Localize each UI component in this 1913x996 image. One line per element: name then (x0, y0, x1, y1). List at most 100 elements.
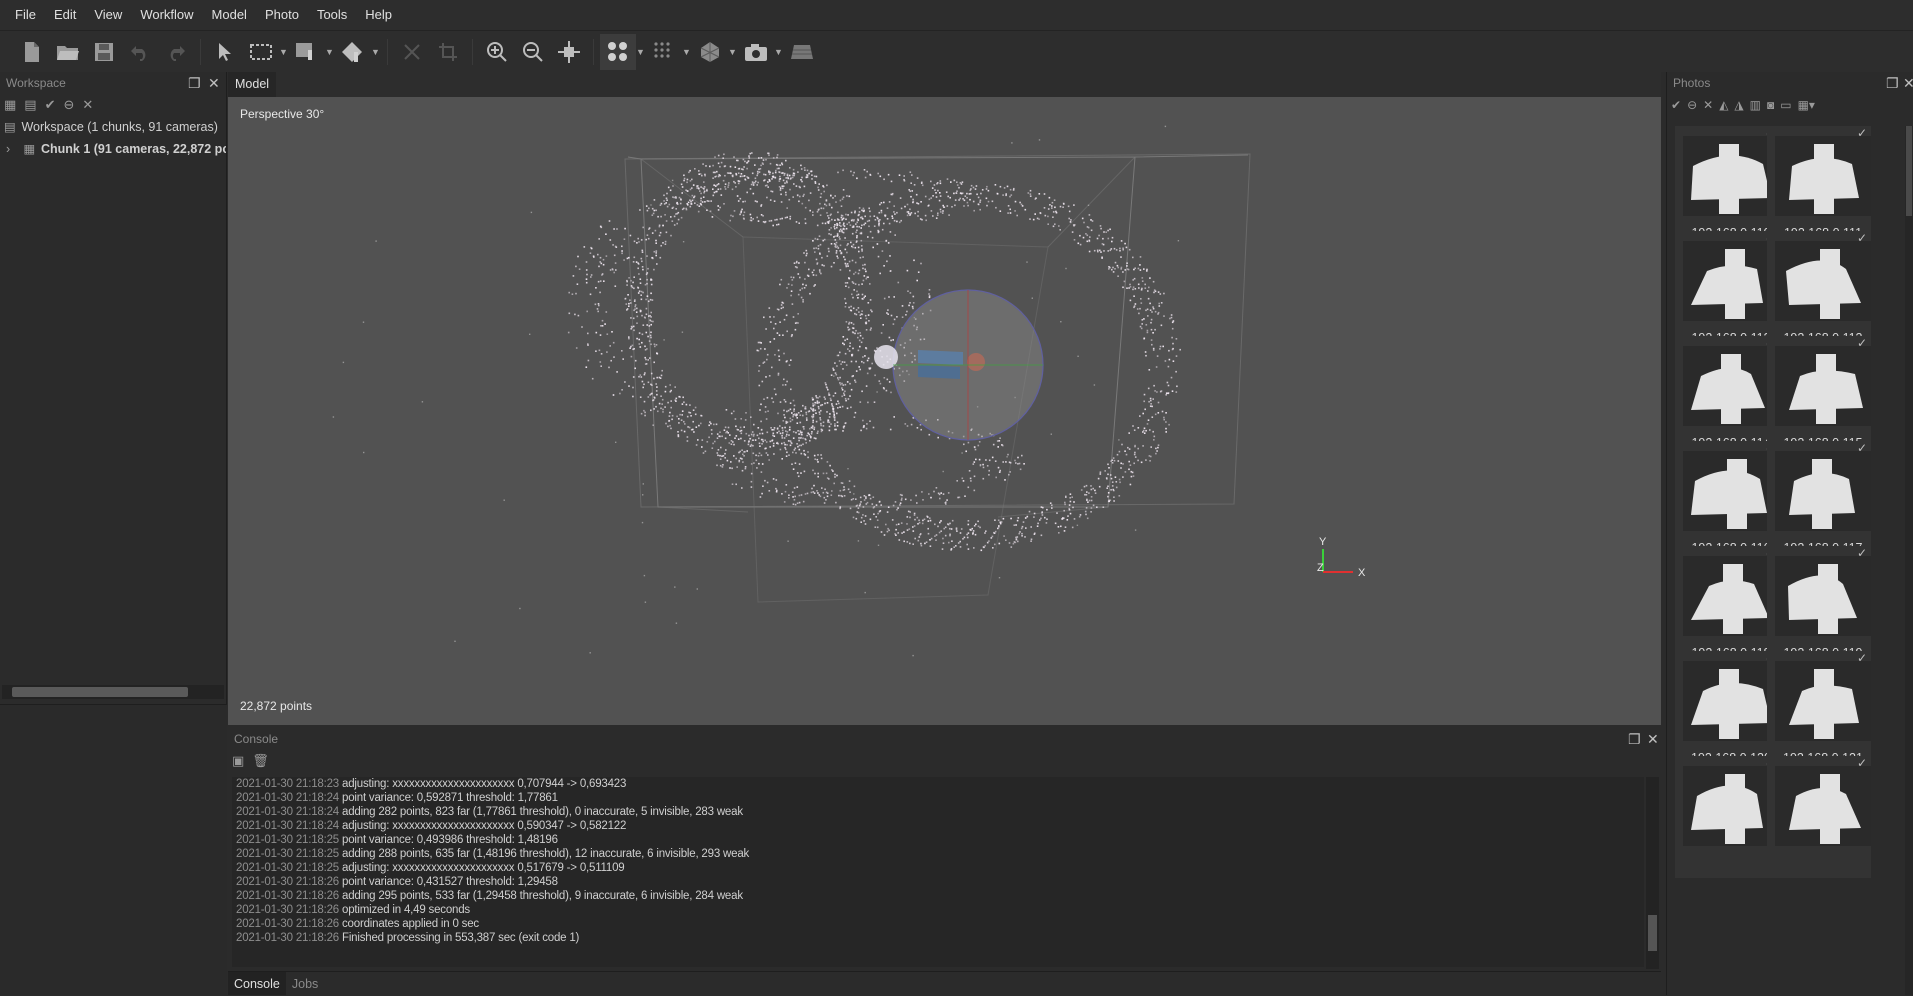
scroll-thumb[interactable] (12, 687, 188, 697)
photo-thumbnail[interactable]: ✓192.168.0.110 (1675, 126, 1779, 248)
close-icon[interactable]: ✕ (208, 72, 220, 94)
rotate-right-icon[interactable]: ◮ (1734, 98, 1743, 112)
dense-cloud-icon[interactable] (646, 34, 682, 70)
pointer-icon[interactable] (207, 34, 243, 70)
save-log-icon[interactable]: ▣ (232, 753, 244, 769)
mask-icon[interactable]: ◙ (1767, 98, 1774, 112)
camera-dropdown[interactable]: ▼ (774, 47, 784, 57)
dense-cloud-dropdown[interactable]: ▼ (682, 47, 692, 57)
crop-icon[interactable] (430, 34, 466, 70)
mesh-dropdown[interactable]: ▼ (728, 47, 738, 57)
camera-icon[interactable] (738, 34, 774, 70)
menu-workflow[interactable]: Workflow (131, 0, 202, 30)
perspective-label: Perspective 30° (240, 107, 325, 121)
menu-photo[interactable]: Photo (256, 0, 308, 30)
scroll-thumb[interactable] (1648, 915, 1657, 951)
enable-icon[interactable]: ✔ (45, 97, 56, 113)
photo-mask-image (1775, 346, 1871, 426)
rotate-left-icon[interactable]: ◭ (1719, 98, 1728, 112)
photo-thumbnail[interactable]: ✓192.168.0.114 (1675, 336, 1779, 458)
photo-thumbnail[interactable]: ✓192.168.0.116 (1675, 441, 1779, 563)
menu-tools[interactable]: Tools (308, 0, 356, 30)
photo-thumbnail[interactable]: ✓192.168.0.112 (1675, 231, 1779, 353)
photo-thumbnail[interactable]: ✓192.168.0.121 (1767, 651, 1871, 773)
add-chunk-icon[interactable]: ▦ (4, 97, 16, 113)
reset-icon[interactable]: ▥ (1750, 98, 1761, 112)
tab-jobs[interactable]: Jobs (286, 972, 324, 995)
photo-thumbnail[interactable]: ✓192.168.0.111 (1767, 126, 1871, 248)
chunk-item[interactable]: › ▦ Chunk 1 (91 cameras, 22,872 points) (0, 138, 226, 160)
expand-arrow-icon[interactable]: › (6, 138, 20, 160)
photo-mask-image (1683, 241, 1779, 321)
log-timestamp: 2021-01-30 21:18:26 (236, 904, 339, 916)
photo-thumbnail[interactable]: ✓192.168.0.117 (1767, 441, 1871, 563)
photo-thumbnail[interactable]: ✓192.168.0.120 (1675, 651, 1779, 773)
photo-thumbnail[interactable]: ✓192.168.0.118 (1675, 546, 1779, 668)
photo-thumbnail[interactable]: ✓192.168.0.113 (1767, 231, 1871, 353)
enable-icon[interactable]: ✔ (1671, 98, 1681, 112)
menu-edit[interactable]: Edit (45, 0, 85, 30)
log-line: 2021-01-30 21:18:24 adjusting: xxxxxxxxx… (236, 819, 1644, 833)
log-message: point variance: 0,493986 threshold: 1,48… (342, 834, 558, 846)
menu-file[interactable]: File (6, 0, 45, 30)
mesh-icon[interactable] (692, 34, 728, 70)
scroll-thumb[interactable] (1906, 126, 1912, 216)
open-icon[interactable] (50, 34, 86, 70)
console-log[interactable]: 2021-01-30 21:18:23 adjusting: xxxxxxxxx… (232, 777, 1644, 967)
new-icon[interactable] (14, 34, 50, 70)
view-mode-icon[interactable]: ▦▾ (1798, 98, 1815, 112)
add-photos-icon[interactable]: ▤ (24, 97, 36, 113)
photo-thumbnail[interactable]: ✓192.168.0.115 (1767, 336, 1871, 458)
log-line: 2021-01-30 21:18:25 adding 288 points, 6… (236, 847, 1644, 861)
rect-select-dropdown[interactable]: ▼ (279, 47, 289, 57)
menu-view[interactable]: View (85, 0, 131, 30)
disable-icon[interactable]: ⊖ (64, 97, 75, 113)
workspace-root[interactable]: ▤ Workspace (1 chunks, 91 cameras) (0, 116, 226, 138)
rotate-region-dropdown[interactable]: ▼ (371, 47, 381, 57)
undock-icon[interactable]: ❐ (1628, 728, 1641, 750)
console-vscrollbar[interactable] (1646, 777, 1659, 969)
console-tabs: Console Jobs (228, 971, 1661, 995)
photo-mask-image (1683, 661, 1779, 741)
point-cloud-icon[interactable] (600, 33, 636, 70)
remove-icon[interactable]: ✕ (1703, 98, 1713, 112)
delete-icon[interactable] (394, 34, 430, 70)
log-timestamp: 2021-01-30 21:18:24 (236, 820, 339, 832)
log-timestamp: 2021-01-30 21:18:24 (236, 792, 339, 804)
resize-region-icon[interactable] (289, 34, 325, 70)
redo-icon[interactable] (158, 34, 194, 70)
photo-thumbnail[interactable]: ✓ (1675, 756, 1779, 878)
copy-icon[interactable]: ▭ (1780, 98, 1791, 112)
zoom-out-icon[interactable] (515, 34, 551, 70)
photos-vscrollbar[interactable] (1905, 126, 1913, 995)
photo-thumbnail[interactable]: ✓192.168.0.119 (1767, 546, 1871, 668)
clear-log-icon[interactable]: 🗑 (252, 753, 269, 769)
resize-region-dropdown[interactable]: ▼ (325, 47, 335, 57)
disable-icon[interactable]: ⊖ (1687, 98, 1697, 112)
undo-icon[interactable] (122, 34, 158, 70)
tab-model[interactable]: Model (228, 72, 277, 97)
photo-thumbnail[interactable]: ✓ (1767, 756, 1871, 878)
point-cloud-dropdown[interactable]: ▼ (636, 47, 646, 57)
zoom-in-icon[interactable] (479, 34, 515, 70)
rotate-region-icon[interactable] (335, 34, 371, 70)
menu-model[interactable]: Model (203, 0, 256, 30)
undock-icon[interactable]: ❐ (1886, 72, 1899, 94)
log-message: adding 288 points, 635 far (1,48196 thre… (342, 848, 750, 860)
undock-icon[interactable]: ❐ (188, 72, 201, 94)
close-icon[interactable]: ✕ (1903, 72, 1913, 94)
navigate-icon[interactable] (551, 34, 587, 70)
photos-toolbar: ✔ ⊖ ✕ ◭ ◮ ▥ ◙ ▭ ▦▾ (1667, 94, 1913, 116)
console-panel: Console ❐ ✕ ▣ 🗑 2021-01-30 21:18:23 adju… (228, 728, 1661, 995)
log-timestamp: 2021-01-30 21:18:25 (236, 848, 339, 860)
rect-select-icon[interactable] (243, 34, 279, 70)
save-icon[interactable] (86, 34, 122, 70)
remove-icon[interactable]: ✕ (82, 97, 93, 113)
close-icon[interactable]: ✕ (1647, 728, 1659, 750)
menu-help[interactable]: Help (356, 0, 401, 30)
workspace-hscrollbar[interactable] (2, 685, 224, 699)
model-viewport[interactable]: Y Z X Perspective 30° 22,872 points (228, 97, 1661, 725)
tab-console[interactable]: Console (228, 972, 286, 995)
ortho-icon[interactable] (784, 34, 820, 70)
log-line: 2021-01-30 21:18:26 coordinates applied … (236, 917, 1644, 931)
